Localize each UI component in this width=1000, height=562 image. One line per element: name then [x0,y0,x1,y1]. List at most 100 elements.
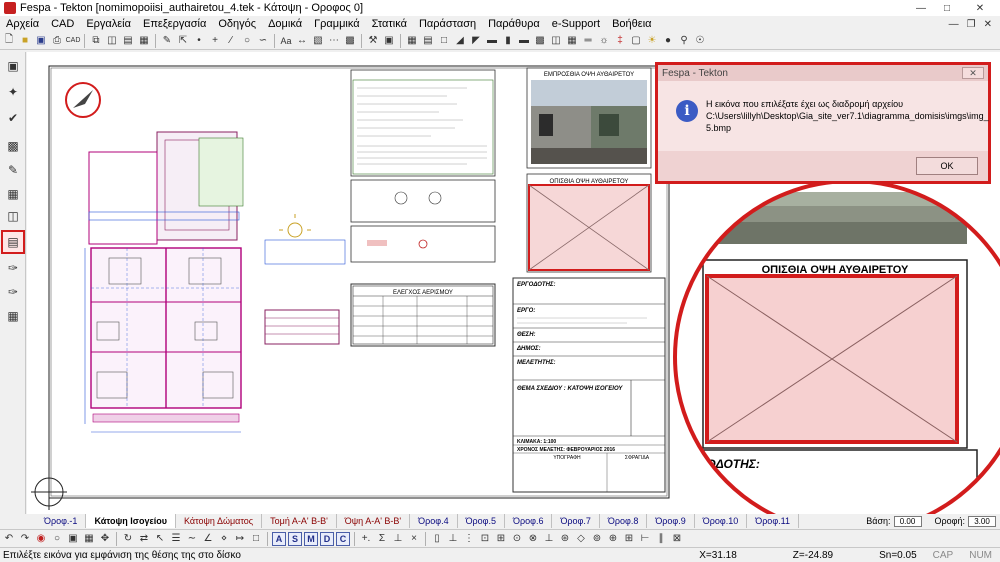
column-icon[interactable]: ▮ [501,34,515,48]
menu-structural[interactable]: Δομικά [262,18,308,30]
mode-s-button[interactable]: S [288,531,302,546]
slab-icon[interactable]: ▬ [485,34,499,48]
dots-icon[interactable]: ⋯ [327,34,341,48]
menu-cad[interactable]: CAD [45,18,80,30]
tab-elevation[interactable]: Όψη Α-Α' Β-Β' [337,514,411,528]
cross-icon[interactable]: + [208,34,222,48]
text-icon[interactable]: Aa [279,34,293,48]
building-icon[interactable]: ▢ [629,34,643,48]
maximize-button[interactable]: □ [934,0,960,16]
menu-windows[interactable]: Παράθυρα [482,18,546,30]
snap-perp-icon[interactable]: ⊥ [542,532,556,546]
tab-section[interactable]: Τομή Α-Α' Β-Β' [262,514,337,528]
layer-manager-icon[interactable]: ▦ [3,306,23,326]
layer-tool-icon[interactable]: ▦ [3,184,23,204]
hatch-icon[interactable]: ▧ [311,34,325,48]
doc-restore-button[interactable]: ❐ [967,19,976,30]
doc-close-button[interactable]: ✕ [984,19,992,30]
menu-esupport[interactable]: e-Support [546,18,606,30]
snap-quadrant-icon[interactable]: ◇ [574,532,588,546]
eyedropper-tool-icon[interactable]: ✑ [3,258,23,278]
snap-center-icon[interactable]: ⊙ [510,532,524,546]
tab-floor-6[interactable]: Όροφ.6 [505,514,553,528]
pipe-icon[interactable]: ═ [581,34,595,48]
snap-node-icon[interactable]: ⊕ [606,532,620,546]
compass-tool-icon[interactable]: ✦ [3,82,23,102]
ortho-icon[interactable]: ⊥ [446,532,460,546]
menu-static[interactable]: Στατικά [366,18,413,30]
rotate-icon[interactable]: ↻ [121,532,135,546]
mode-m-button[interactable]: M [304,531,318,546]
bulb-icon[interactable]: ● [661,34,675,48]
menu-tools[interactable]: Εργαλεία [80,18,137,30]
tab-floor-minus1[interactable]: Όροφ.-1 [36,514,87,528]
zoom-all-icon[interactable]: ▦ [82,532,96,546]
menu-display[interactable]: Παράσταση [413,18,482,30]
regen-icon[interactable]: ☰ [169,532,183,546]
pencil-icon[interactable]: ✎ [160,34,174,48]
snap-mid-icon[interactable]: ⊞ [494,532,508,546]
pointer-icon[interactable]: ↖ [153,532,167,546]
image-location-tool-icon[interactable]: ▤ [1,230,25,254]
dialog-close-button[interactable]: ✕ [962,67,984,79]
menu-edit[interactable]: Επεξεργασία [137,18,212,30]
snap-grid-icon[interactable]: ⋮ [462,532,476,546]
tab-floor-11[interactable]: Όροφ.11 [747,514,799,528]
snap-end-icon[interactable]: ⊡ [478,532,492,546]
base-level-input[interactable]: 0.00 [893,515,922,527]
circle-icon[interactable]: ○ [240,34,254,48]
tab-floor-8[interactable]: Όροφ.8 [600,514,648,528]
zoom-out-icon[interactable]: ○ [50,532,64,546]
offset-icon[interactable]: ⊥ [391,532,405,546]
snap-insert-icon[interactable]: ⊞ [622,532,636,546]
camera-icon[interactable]: ☉ [693,34,707,48]
area-icon[interactable]: □ [249,532,263,546]
new-file-icon[interactable]: 🗋 [2,34,16,48]
plus-dot-icon[interactable]: +. [359,532,373,546]
dimension-icon[interactable]: ↔ [295,34,309,48]
zoom-window-icon[interactable]: ▣ [66,532,80,546]
vertex-icon[interactable]: ⋄ [217,532,231,546]
table-icon[interactable]: ▤ [421,34,435,48]
snap-extension-icon[interactable]: ⊢ [638,532,652,546]
redo-icon[interactable]: ↷ [18,532,32,546]
image-tool-icon[interactable]: ◫ [3,206,23,226]
menu-linear[interactable]: Γραμμικά [308,18,366,30]
cad-icon[interactable]: CAD [66,34,81,48]
mirror-icon[interactable]: ⇄ [137,532,151,546]
window-icon[interactable]: □ [437,34,451,48]
line-icon[interactable]: ∕ [224,34,238,48]
snap-intersection-icon[interactable]: ⊗ [526,532,540,546]
stairs-icon[interactable]: ◢ [453,34,467,48]
mode-a-button[interactable]: A [272,531,286,546]
grid-icon[interactable]: ▦ [405,34,419,48]
floor-level-input[interactable]: 3.00 [968,515,996,527]
zoom-in-icon[interactable]: ◉ [34,532,48,546]
pan-icon[interactable]: ✥ [98,532,112,546]
wave-icon[interactable]: ∼ [185,532,199,546]
menu-help[interactable]: Βοήθεια [606,18,657,30]
tab-floor-9[interactable]: Όροφ.9 [647,514,695,528]
close-window-button[interactable]: ✕ [960,0,1000,16]
beam-icon[interactable]: ▬ [517,34,531,48]
door-icon[interactable]: ◫ [549,34,563,48]
layers-icon[interactable]: ▤ [121,34,135,48]
ventilation-icon[interactable]: ☼ [597,34,611,48]
lamp-icon[interactable]: ⚲ [677,34,691,48]
angle-icon[interactable]: ∠ [201,532,215,546]
mouse-icon[interactable]: ▯ [430,532,444,546]
tools-icon[interactable]: ⚒ [366,34,380,48]
point-icon[interactable]: • [192,34,206,48]
tab-floor-5[interactable]: Όροφ.5 [458,514,506,528]
snap-nearest-icon[interactable]: ⊚ [590,532,604,546]
snap-tangent-icon[interactable]: ⊛ [558,532,572,546]
sun-icon[interactable]: ☀ [645,34,659,48]
doc-minimize-button[interactable]: — [949,19,959,30]
mode-c-button[interactable]: C [336,531,350,546]
ok-button[interactable]: OK [916,157,978,175]
roof-icon[interactable]: ◤ [469,34,483,48]
undo-icon[interactable]: ↶ [2,532,16,546]
sigma-icon[interactable]: Σ [375,532,389,546]
symbol-icon[interactable]: ▩ [343,34,357,48]
menu-guide[interactable]: Οδηγός [212,18,262,30]
